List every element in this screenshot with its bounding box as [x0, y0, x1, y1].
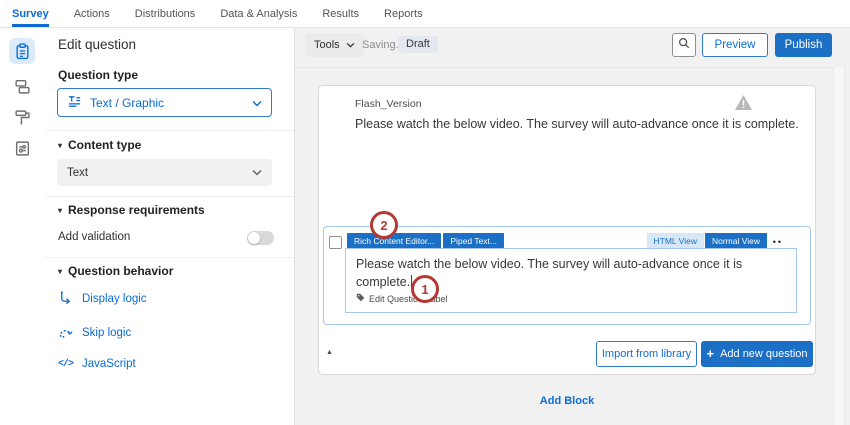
search-button[interactable]	[672, 33, 696, 57]
content-type-title: Content type	[68, 138, 141, 152]
question-behavior-title: Question behavior	[68, 264, 173, 278]
qualtrics-survey-editor: Survey Actions Distributions Data & Anal…	[0, 0, 850, 425]
response-requirements-title: Response requirements	[68, 203, 205, 217]
javascript-link[interactable]: </> JavaScript	[58, 358, 136, 370]
tools-label: Tools	[314, 39, 340, 51]
javascript-label: JavaScript	[82, 358, 136, 370]
content-type-dropdown[interactable]: Text	[57, 159, 272, 186]
add-new-question-label: Add new question	[720, 348, 807, 360]
nav-tab-results[interactable]: Results	[322, 0, 359, 27]
display-logic-link[interactable]: Display logic	[58, 290, 147, 308]
question-text[interactable]: Please watch the below video. The survey…	[355, 115, 805, 133]
nav-tab-distributions[interactable]: Distributions	[135, 0, 196, 27]
content-type-value: Text	[67, 167, 252, 179]
survey-flow-icon[interactable]	[9, 73, 35, 99]
annotation-circle-2: 2	[370, 211, 398, 239]
section-divider	[45, 130, 294, 131]
tools-menu-button[interactable]: Tools	[305, 33, 364, 57]
survey-options-icon[interactable]	[9, 135, 35, 161]
skip-logic-icon	[58, 324, 73, 342]
question-type-dropdown[interactable]: Text / Graphic	[57, 88, 272, 117]
search-icon	[677, 36, 691, 55]
survey-builder-icon[interactable]	[9, 38, 35, 64]
section-divider	[45, 196, 294, 197]
edit-question-panel: Edit question Question type Text / Graph…	[45, 28, 295, 425]
code-icon: </>	[58, 359, 73, 370]
display-logic-icon	[58, 290, 73, 308]
question-type-label: Question type	[58, 68, 138, 82]
add-new-question-button[interactable]: + Add new question	[701, 341, 813, 367]
plus-icon: +	[706, 346, 714, 361]
toggle-knob	[248, 232, 260, 244]
chevron-down-icon	[252, 167, 262, 179]
content-type-section-header[interactable]: ▾ Content type	[58, 138, 141, 152]
nav-tab-reports[interactable]: Reports	[384, 0, 423, 27]
top-nav: Survey Actions Distributions Data & Anal…	[0, 0, 850, 28]
left-icon-rail	[0, 28, 45, 425]
question-checkbox[interactable]	[329, 236, 342, 249]
survey-canvas: Tools Saving... Draft Preview Publish Fl…	[295, 28, 850, 425]
chevron-down-icon	[346, 39, 355, 51]
section-divider	[45, 257, 294, 258]
question-behavior-section-header[interactable]: ▾ Question behavior	[58, 264, 173, 278]
nav-tab-actions[interactable]: Actions	[74, 0, 110, 27]
collapse-caret-icon: ▾	[58, 141, 62, 150]
add-block-link[interactable]: Add Block	[540, 395, 594, 407]
add-validation-label: Add validation	[58, 231, 130, 243]
look-and-feel-icon[interactable]	[9, 104, 35, 130]
selected-question-card: Rich Content Editor... Piped Text... HTM…	[323, 226, 811, 325]
response-requirements-section-header[interactable]: ▾ Response requirements	[58, 203, 205, 217]
panel-title: Edit question	[58, 37, 136, 52]
view-toggle-group: HTML View Normal View	[647, 233, 768, 249]
skip-logic-label: Skip logic	[82, 327, 131, 339]
add-validation-toggle[interactable]	[247, 231, 274, 245]
toolbar-divider	[295, 67, 835, 68]
collapse-caret-icon: ▾	[58, 267, 62, 276]
annotation-circle-1: 1	[411, 275, 439, 303]
tag-icon	[356, 293, 365, 304]
normal-view-button[interactable]: Normal View	[705, 233, 767, 249]
display-logic-label: Display logic	[82, 293, 147, 305]
vertical-scrollbar[interactable]	[833, 67, 845, 425]
rich-content-editor-tab[interactable]: Rich Content Editor...	[347, 233, 441, 249]
editor-tab-bar: Rich Content Editor... Piped Text...	[347, 233, 504, 249]
warning-icon[interactable]	[734, 94, 753, 116]
skip-logic-link[interactable]: Skip logic	[58, 324, 131, 342]
collapse-caret-icon: ▾	[58, 206, 62, 215]
preview-button[interactable]: Preview	[702, 33, 768, 57]
nav-tab-survey[interactable]: Survey	[12, 0, 49, 27]
publish-button[interactable]: Publish	[775, 33, 832, 57]
import-from-library-button[interactable]: Import from library	[596, 341, 697, 367]
chevron-down-icon	[252, 96, 262, 110]
question-code: Flash_Version	[355, 98, 422, 110]
nav-tab-data-analysis[interactable]: Data & Analysis	[220, 0, 297, 27]
text-graphic-icon	[67, 94, 82, 112]
more-options-dots[interactable]: ••	[773, 237, 783, 247]
html-view-button[interactable]: HTML View	[647, 233, 704, 249]
add-block-row: Add Block	[318, 391, 816, 409]
question-type-value: Text / Graphic	[90, 96, 244, 110]
collapse-block-arrow[interactable]: ▲	[326, 349, 333, 356]
draft-status-badge: Draft	[398, 36, 438, 53]
piped-text-tab[interactable]: Piped Text...	[443, 233, 504, 249]
